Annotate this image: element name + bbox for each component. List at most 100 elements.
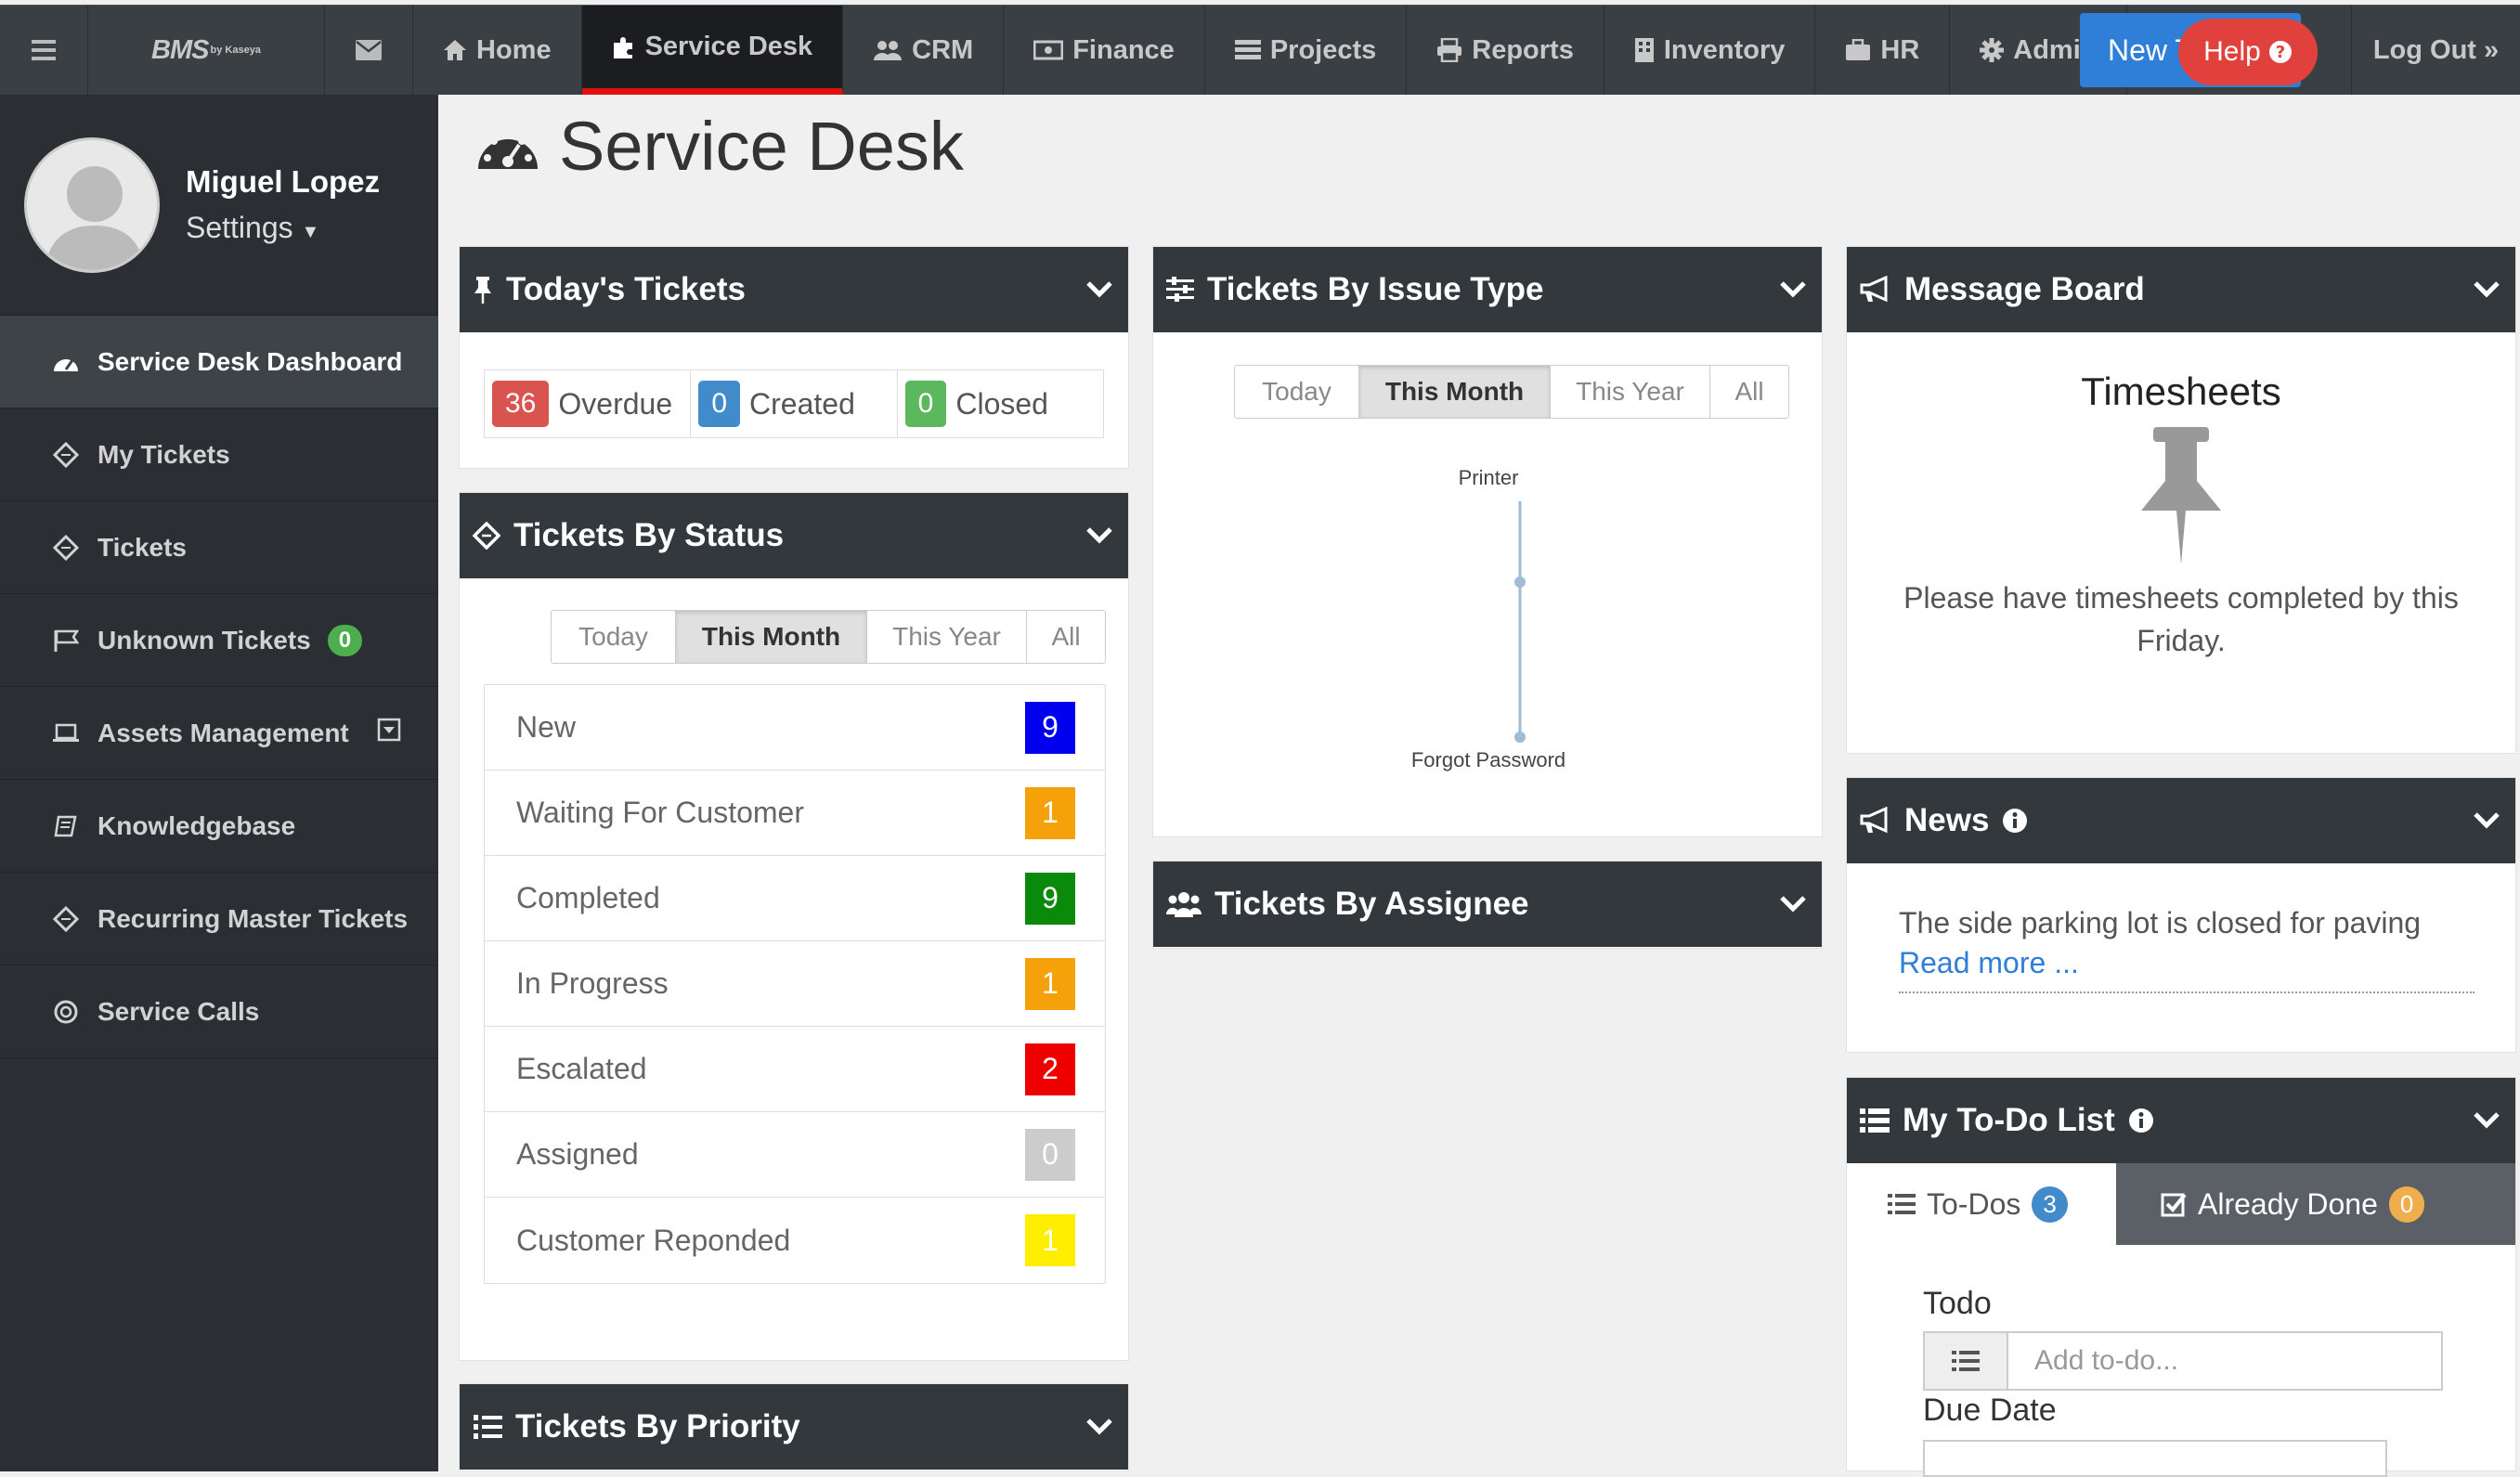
nav-home[interactable]: Home bbox=[413, 6, 582, 95]
check-square-icon bbox=[2161, 1193, 2187, 1217]
list-item[interactable]: Customer Reponded 1 bbox=[485, 1198, 1105, 1283]
nav-reports[interactable]: Reports bbox=[1407, 6, 1604, 95]
status-count-badge: 9 bbox=[1025, 701, 1075, 754]
chevron-down-icon[interactable] bbox=[2471, 804, 2502, 836]
tab-todos[interactable]: To-Dos 3 bbox=[1847, 1163, 2116, 1245]
chevron-down-icon[interactable] bbox=[1084, 273, 1115, 304]
hamburger-menu-icon[interactable] bbox=[0, 6, 88, 95]
status-label: Waiting For Customer bbox=[516, 796, 804, 829]
nav-projects-label: Projects bbox=[1269, 34, 1377, 65]
news-item: The side parking lot is closed for pavin… bbox=[1899, 906, 2475, 993]
filter-today[interactable]: Today bbox=[552, 611, 676, 663]
filter-all[interactable]: All bbox=[1027, 611, 1105, 663]
sidebar-item-label: Service Desk Dashboard bbox=[97, 346, 403, 376]
unknown-tickets-count-badge: 0 bbox=[327, 624, 363, 656]
projects-icon bbox=[1234, 40, 1261, 59]
nav-hr[interactable]: HR bbox=[1815, 6, 1951, 95]
pushpin-icon bbox=[474, 277, 491, 304]
info-circle-icon[interactable] bbox=[2128, 1108, 2154, 1134]
created-counter[interactable]: 0 Created bbox=[691, 370, 898, 437]
list-item[interactable]: Assigned 0 bbox=[485, 1112, 1105, 1198]
chevron-down-icon[interactable] bbox=[1084, 519, 1115, 551]
sidebar-item-assets-management[interactable]: Assets Management bbox=[0, 687, 438, 780]
expand-dropdown-icon[interactable] bbox=[377, 718, 401, 748]
chevron-down-icon[interactable] bbox=[2471, 1104, 2502, 1135]
bms-logo[interactable]: BMS by Kaseya bbox=[88, 6, 325, 95]
svg-text:?: ? bbox=[2276, 43, 2285, 62]
sidebar-item-label: Assets Management bbox=[97, 718, 349, 747]
sidebar-item-label: Knowledgebase bbox=[97, 810, 296, 840]
todo-input-group: Add to-do... bbox=[1923, 1331, 2443, 1391]
status-count-badge: 1 bbox=[1025, 1214, 1075, 1266]
status-count-badge: 1 bbox=[1025, 957, 1075, 1010]
building-icon bbox=[1634, 38, 1654, 62]
user-profile: Miguel Lopez Settings ▼ bbox=[0, 95, 438, 316]
status-list: New 9 Waiting For Customer 1 Completed 9 In… bbox=[484, 684, 1106, 1284]
list-item[interactable]: Waiting For Customer 1 bbox=[485, 771, 1105, 856]
news-text: The side parking lot is closed for pavin… bbox=[1899, 906, 2422, 939]
panel-header: Today's Tickets bbox=[460, 247, 1128, 332]
sidebar-item-tickets[interactable]: Tickets bbox=[0, 501, 438, 594]
nav-crm[interactable]: CRM bbox=[843, 6, 1005, 95]
sidebar-item-recurring-master-tickets[interactable]: Recurring Master Tickets bbox=[0, 873, 438, 965]
dashboard-icon bbox=[51, 351, 81, 373]
mail-icon[interactable] bbox=[325, 6, 413, 95]
todo-input[interactable]: Add to-do... bbox=[2007, 1331, 2443, 1391]
settings-dropdown[interactable]: Settings ▼ bbox=[186, 211, 380, 245]
sidebar-item-knowledgebase[interactable]: Knowledgebase bbox=[0, 780, 438, 873]
todo-tabs: To-Dos 3 Already Done 0 bbox=[1847, 1163, 2515, 1245]
page-title: Service Desk bbox=[475, 107, 964, 186]
sidebar-item-service-desk-dashboard[interactable]: Service Desk Dashboard bbox=[0, 316, 438, 408]
page-title-text: Service Desk bbox=[559, 108, 964, 185]
chevron-down-icon[interactable] bbox=[1777, 887, 1809, 919]
filter-this-year[interactable]: This Year bbox=[867, 611, 1027, 663]
due-date-label: Due Date bbox=[1923, 1393, 2057, 1428]
sidebar: Miguel Lopez Settings ▼ Service Desk Das… bbox=[0, 95, 438, 1471]
sidebar-item-unknown-tickets[interactable]: Unknown Tickets 0 bbox=[0, 594, 438, 687]
read-more-link[interactable]: Read more ... bbox=[1899, 946, 2475, 980]
help-button[interactable]: Help ? bbox=[2178, 19, 2318, 85]
todos-count-badge: 3 bbox=[2032, 1185, 2068, 1223]
filter-this-month[interactable]: This Month bbox=[1359, 366, 1551, 418]
closed-counter[interactable]: 0 Closed bbox=[898, 370, 1103, 437]
todays-tickets-panel: Today's Tickets 36 Overdue 0 Created 0 Clos… bbox=[459, 246, 1129, 469]
filter-this-month[interactable]: This Month bbox=[676, 611, 867, 663]
panel-title: Tickets By Priority bbox=[515, 1408, 800, 1445]
filter-this-year[interactable]: This Year bbox=[1551, 366, 1710, 418]
tab-already-done[interactable]: Already Done 0 bbox=[2116, 1163, 2515, 1245]
panel-header: Tickets By Priority bbox=[460, 1384, 1128, 1470]
bullhorn-icon bbox=[1860, 276, 1888, 303]
info-circle-icon[interactable] bbox=[2002, 808, 2028, 834]
status-count-badge: 2 bbox=[1025, 1043, 1075, 1095]
nav-inventory[interactable]: Inventory bbox=[1604, 6, 1816, 95]
chevron-down-icon[interactable] bbox=[1777, 273, 1809, 304]
due-date-input[interactable] bbox=[1923, 1440, 2387, 1477]
closed-count: 0 bbox=[904, 381, 947, 427]
sidebar-item-label: Tickets bbox=[97, 532, 187, 562]
chart-point[interactable] bbox=[1514, 577, 1526, 588]
sidebar-item-service-calls[interactable]: Service Calls bbox=[0, 965, 438, 1058]
nav-reports-label: Reports bbox=[1472, 34, 1574, 65]
status-label: In Progress bbox=[516, 966, 669, 1000]
chart-point[interactable] bbox=[1514, 732, 1526, 743]
nav-projects[interactable]: Projects bbox=[1205, 6, 1408, 95]
nav-finance[interactable]: Finance bbox=[1004, 6, 1205, 95]
overdue-counter[interactable]: 36 Overdue bbox=[485, 370, 692, 437]
nav-service-desk[interactable]: Service Desk bbox=[581, 6, 844, 95]
list-item[interactable]: New 9 bbox=[485, 685, 1105, 771]
chevron-down-icon[interactable] bbox=[2471, 273, 2502, 304]
list-item[interactable]: Escalated 2 bbox=[485, 1027, 1105, 1112]
filter-all[interactable]: All bbox=[1710, 366, 1788, 418]
logout-button[interactable]: Log Out » bbox=[2351, 6, 2520, 95]
list-item[interactable]: In Progress 1 bbox=[485, 941, 1105, 1027]
panel-header: News bbox=[1847, 778, 2515, 863]
list-item[interactable]: Completed 9 bbox=[485, 856, 1105, 941]
filter-today[interactable]: Today bbox=[1235, 366, 1359, 418]
caret-down-icon: ▼ bbox=[301, 222, 320, 242]
sidebar-item-my-tickets[interactable]: My Tickets bbox=[0, 408, 438, 501]
chevron-down-icon[interactable] bbox=[1084, 1410, 1115, 1442]
tab-already-done-label: Already Done bbox=[2198, 1186, 2378, 1221]
status-period-filter: Today This Month This Year All bbox=[551, 610, 1106, 664]
avatar[interactable] bbox=[24, 136, 160, 273]
question-circle-icon: ? bbox=[2268, 41, 2292, 63]
